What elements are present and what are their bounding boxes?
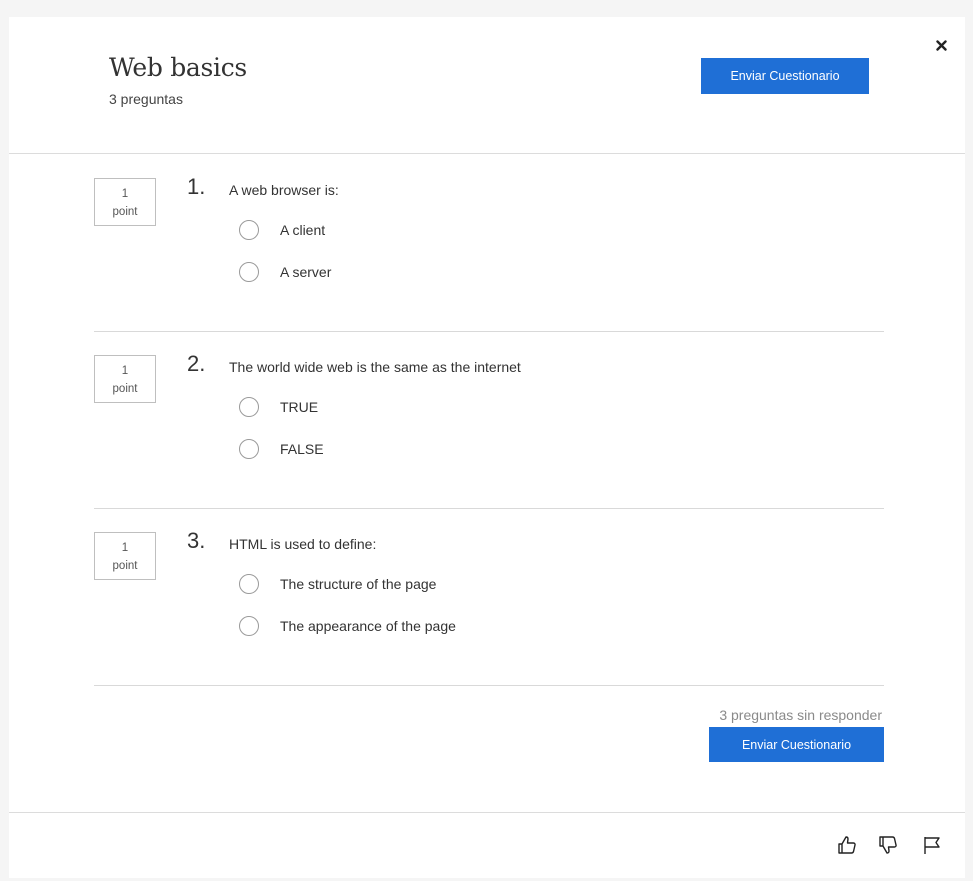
quiz-header: Web basics 3 preguntas Enviar Cuestionar…	[9, 17, 965, 154]
answer-option[interactable]: TRUE	[239, 395, 318, 419]
radio-button[interactable]	[239, 397, 259, 417]
question-number: 3.	[187, 528, 206, 553]
question-text: A web browser is:	[229, 182, 339, 198]
answer-label: A client	[280, 222, 326, 238]
question-count: 3 preguntas	[109, 91, 183, 107]
answer-label: The structure of the page	[280, 576, 437, 592]
answer-option[interactable]: The appearance of the page	[239, 614, 456, 638]
question-1: 1 point 1. A web browser is: A client A …	[94, 154, 884, 332]
answer-label: A server	[280, 264, 332, 280]
points-unit: point	[112, 206, 138, 218]
answer-option[interactable]: A client	[239, 218, 325, 242]
radio-button[interactable]	[239, 574, 259, 594]
unanswered-count: 3 preguntas sin responder	[719, 707, 882, 723]
answer-label: TRUE	[280, 399, 319, 415]
thumbs-down-icon[interactable]	[878, 835, 898, 855]
points-value: 1	[121, 365, 129, 377]
radio-button[interactable]	[239, 439, 259, 459]
question-text: The world wide web is the same as the in…	[229, 359, 521, 375]
answer-option[interactable]: FALSE	[239, 437, 324, 461]
points-box: 1 point	[94, 532, 156, 580]
radio-button[interactable]	[239, 262, 259, 282]
question-number: 1.	[187, 174, 206, 199]
points-value: 1	[121, 542, 129, 554]
answer-label: The appearance of the page	[280, 618, 456, 634]
radio-button[interactable]	[239, 220, 259, 240]
points-unit: point	[112, 383, 138, 395]
thumbs-up-icon[interactable]	[837, 835, 857, 855]
question-3: 1 point 3. HTML is used to define: The s…	[94, 508, 884, 686]
feedback-footer	[9, 812, 965, 879]
close-icon[interactable]	[932, 36, 950, 54]
quiz-panel: Web basics 3 preguntas Enviar Cuestionar…	[9, 17, 965, 878]
points-value: 1	[121, 188, 129, 200]
question-2: 1 point 2. The world wide web is the sam…	[94, 331, 884, 509]
radio-button[interactable]	[239, 616, 259, 636]
submit-quiz-button-bottom[interactable]: Enviar Cuestionario	[709, 727, 884, 762]
points-unit: point	[112, 560, 138, 572]
question-number: 2.	[187, 351, 206, 376]
points-box: 1 point	[94, 178, 156, 226]
answer-option[interactable]: A server	[239, 260, 331, 284]
question-text: HTML is used to define:	[229, 536, 377, 552]
flag-icon[interactable]	[922, 835, 942, 855]
answer-option[interactable]: The structure of the page	[239, 572, 436, 596]
submit-quiz-button-top[interactable]: Enviar Cuestionario	[701, 58, 869, 94]
answer-label: FALSE	[280, 441, 324, 457]
points-box: 1 point	[94, 355, 156, 403]
quiz-title: Web basics	[109, 53, 247, 82]
